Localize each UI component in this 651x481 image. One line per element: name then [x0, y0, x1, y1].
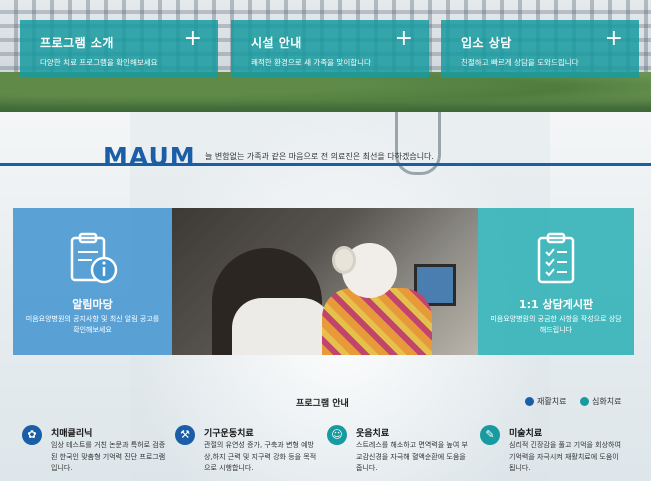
notice-board-panel[interactable]: 알림마당 미음요양병원의 공지사항 및 최신 알림 공고를 확인해보세요 — [13, 208, 172, 355]
brain-icon: ✿ — [22, 425, 42, 445]
program-heading: 프로그램 안내 — [296, 399, 349, 409]
plus-icon[interactable]: + — [395, 26, 413, 52]
legend-intensive: 심화치료 — [580, 396, 621, 407]
legend-intensive-label: 심화치료 — [592, 397, 622, 406]
patient-shirt — [322, 288, 432, 355]
care-photo — [172, 208, 478, 355]
plus-icon[interactable]: + — [605, 26, 623, 52]
plus-icon[interactable]: + — [184, 26, 202, 52]
admission-consult-title: 입소 상담 — [461, 36, 512, 50]
legend-rehab-label: 재활치료 — [537, 397, 567, 406]
program-item-title: 기구운동치료 — [204, 429, 254, 439]
dumbbell-icon: ⚒ — [175, 425, 195, 445]
admission-consult-desc: 친절하고 빠르게 상담을 도와드립니다 — [461, 58, 579, 67]
notice-board-title: 알림마당 — [72, 298, 113, 311]
facility-guide-card[interactable]: 시설 안내 + 쾌적한 환경으로 새 가족을 맞이합니다 — [231, 20, 429, 78]
program-item-desc: 심리적 긴장감을 풀고 기억을 회상하여 기억력을 자극시켜 재활치료에 도움이… — [509, 441, 621, 472]
program-item-desc: 임상 테스트를 거친 논문과 특허로 검증된 한국인 맞춤형 기억력 진단 프로… — [51, 441, 166, 472]
notice-board-desc: 미음요양병원의 공지사항 및 최신 알림 공고를 확인해보세요 — [25, 315, 160, 334]
program-intro-title: 프로그램 소개 — [40, 36, 114, 50]
program-item-title: 치매클리닉 — [51, 429, 93, 439]
caregiver-coat — [232, 298, 332, 355]
headphone-icon — [332, 246, 356, 274]
program-item-desc: 스트레스를 해소하고 면역력을 높여 부교감신경을 자극해 혈액순환에 도움을 … — [356, 441, 468, 472]
palette-icon: ✎ — [480, 425, 500, 445]
brand-name: MAUM — [103, 142, 196, 171]
divider-line — [0, 163, 651, 166]
consult-board-title: 1:1 상담게시판 — [518, 298, 594, 311]
legend-rehab: 재활치료 — [525, 396, 566, 407]
trees-image — [0, 72, 651, 112]
facility-guide-desc: 쾌적한 환경으로 새 가족을 맞이합니다 — [251, 58, 371, 67]
legend-dot — [580, 397, 589, 406]
program-item-title: 웃음치료 — [356, 429, 390, 439]
program-item-desc: 관절의 유연성 증가, 구축과 변형 예방 상,하지 근력 및 지구력 강화 등… — [204, 441, 317, 472]
brand-tagline: 늘 변함없는 가족과 같은 마음으로 전 의료진은 최선을 다하겠습니다. — [205, 152, 434, 161]
facility-guide-title: 시설 안내 — [251, 36, 302, 50]
admission-consult-card[interactable]: 입소 상담 + 친절하고 빠르게 상담을 도와드립니다 — [441, 20, 639, 78]
smile-icon: ☺ — [327, 425, 347, 445]
legend-dot — [525, 397, 534, 406]
program-item-title: 미술치료 — [509, 429, 543, 439]
consult-board-panel[interactable]: 1:1 상담게시판 미음요양병원의 궁금한 사항을 작성으로 상담해드립니다 — [478, 208, 634, 355]
checklist-clipboard-icon — [537, 232, 575, 284]
program-intro-card[interactable]: 프로그램 소개 + 다양한 치료 프로그램을 확인해보세요 — [20, 20, 218, 78]
notice-clipboard-icon — [70, 232, 117, 284]
consult-board-desc: 미음요양병원의 궁금한 사항을 작성으로 상담해드립니다 — [490, 315, 622, 334]
hero-banner: 프로그램 소개 + 다양한 치료 프로그램을 확인해보세요 시설 안내 + 쾌적… — [0, 0, 651, 112]
program-intro-desc: 다양한 치료 프로그램을 확인해보세요 — [40, 58, 158, 67]
